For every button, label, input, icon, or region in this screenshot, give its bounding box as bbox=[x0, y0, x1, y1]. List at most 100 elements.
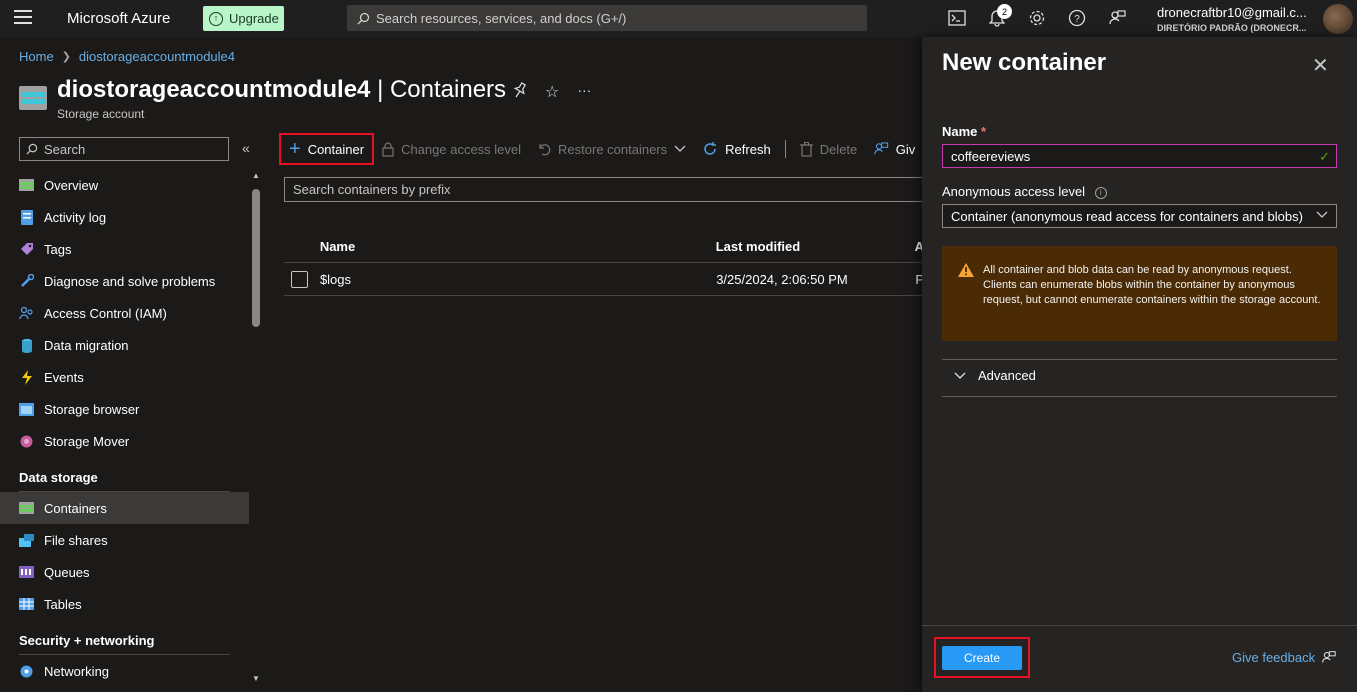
global-search-placeholder: Search resources, services, and docs (G+… bbox=[376, 10, 627, 26]
nav-label: Storage Mover bbox=[44, 433, 130, 449]
feedback-icon[interactable] bbox=[1107, 8, 1127, 28]
networking-icon bbox=[19, 664, 34, 679]
scroll-down-icon[interactable]: ▼ bbox=[252, 674, 260, 683]
people-icon bbox=[19, 306, 34, 321]
brand-title[interactable]: Microsoft Azure bbox=[67, 10, 170, 27]
breadcrumb: Home ❯ diostorageaccountmodule4 bbox=[19, 49, 235, 64]
storage-account-icon bbox=[19, 86, 47, 110]
nav-item-networking[interactable]: Networking bbox=[0, 655, 249, 687]
panel-title: New container bbox=[942, 49, 1107, 76]
nav-search-input[interactable]: Search bbox=[19, 137, 229, 161]
nav-item-storage-browser[interactable]: Storage browser bbox=[0, 393, 249, 425]
upgrade-button[interactable]: ↑ Upgrade bbox=[203, 6, 284, 31]
column-header-name[interactable]: Name bbox=[320, 239, 716, 254]
scroll-up-icon[interactable]: ▲ bbox=[252, 171, 260, 180]
breadcrumb-home[interactable]: Home bbox=[19, 49, 54, 64]
divider bbox=[942, 359, 1337, 360]
breadcrumb-storage-account[interactable]: diostorageaccountmodule4 bbox=[79, 49, 235, 64]
scrollbar-thumb[interactable] bbox=[252, 189, 260, 327]
info-icon[interactable]: i bbox=[1094, 186, 1107, 199]
column-header-last-modified[interactable]: Last modified bbox=[716, 239, 915, 254]
upgrade-arrow-icon: ↑ bbox=[209, 11, 223, 26]
nav-item-tags[interactable]: Tags bbox=[0, 233, 249, 265]
container-name[interactable]: $logs bbox=[320, 272, 716, 287]
tag-icon bbox=[19, 242, 34, 257]
account-menu[interactable]: dronecraftbr10@gmail.c... DIRETÓRIO PADR… bbox=[1157, 5, 1317, 33]
help-icon[interactable]: ? bbox=[1067, 8, 1087, 28]
give-feedback-toolbar-button[interactable]: Giv bbox=[865, 133, 915, 165]
nav-item-tables[interactable]: Tables bbox=[0, 588, 249, 620]
container-prefix-search-input[interactable]: Search containers by prefix bbox=[284, 177, 924, 202]
containers-icon bbox=[19, 501, 34, 516]
refresh-icon bbox=[704, 142, 717, 155]
access-level-value: Container (anonymous read access for con… bbox=[951, 208, 1303, 224]
page-title: diostorageaccountmodule4 | Containers bbox=[57, 76, 506, 104]
nav-item-iam[interactable]: Access Control (IAM) bbox=[0, 297, 249, 329]
menu-icon[interactable] bbox=[14, 10, 32, 26]
nav-label: Tags bbox=[44, 241, 72, 257]
more-actions-button[interactable]: ··· bbox=[577, 82, 591, 103]
nav-label: Networking bbox=[44, 663, 110, 679]
nav-label: Storage browser bbox=[44, 401, 140, 417]
resource-nav: Overview Activity log Tags Diagnose and … bbox=[0, 169, 249, 687]
add-container-button[interactable]: + Container bbox=[279, 133, 375, 165]
access-level-label: Anonymous access level i bbox=[942, 184, 1107, 199]
toolbar-divider bbox=[784, 140, 786, 158]
nav-item-activity-log[interactable]: Activity log bbox=[0, 201, 249, 233]
avatar[interactable] bbox=[1323, 4, 1353, 34]
create-button[interactable]: Create bbox=[942, 646, 1022, 670]
wrench-icon bbox=[19, 274, 34, 289]
containers-table: Name Last modified A $logs 3/25/2024, 2:… bbox=[284, 230, 924, 296]
pin-icon[interactable] bbox=[513, 82, 527, 103]
svg-text:?: ? bbox=[1074, 14, 1080, 25]
nav-label: Tables bbox=[44, 596, 82, 612]
name-label-text: Name bbox=[942, 124, 978, 139]
settings-gear-icon[interactable] bbox=[1027, 8, 1047, 28]
advanced-section-toggle[interactable]: Advanced bbox=[954, 368, 1036, 383]
change-access-level-button[interactable]: Change access level bbox=[374, 133, 529, 165]
nav-item-containers[interactable]: Containers bbox=[0, 492, 249, 524]
panel-footer bbox=[922, 625, 1357, 626]
warning-text: All container and blob data can be read … bbox=[983, 264, 1321, 306]
nav-scrollbar[interactable]: ▲ ▼ bbox=[250, 169, 262, 692]
table-row[interactable]: $logs 3/25/2024, 2:06:50 PM P bbox=[284, 263, 924, 296]
collapse-nav-icon[interactable]: « bbox=[242, 140, 250, 156]
nav-item-file-shares[interactable]: File shares bbox=[0, 524, 249, 556]
nav-item-queues[interactable]: Queues bbox=[0, 556, 249, 588]
tables-icon bbox=[19, 597, 34, 612]
table-header: Name Last modified A bbox=[284, 230, 924, 263]
divider bbox=[942, 396, 1337, 397]
give-feedback-link[interactable]: Give feedback bbox=[1232, 650, 1336, 665]
refresh-button[interactable]: Refresh bbox=[694, 133, 779, 165]
change-access-level-label: Change access level bbox=[401, 141, 522, 157]
chevron-down-icon bbox=[954, 372, 966, 379]
page-subtitle: Storage account bbox=[57, 107, 145, 121]
nav-label: Overview bbox=[44, 177, 99, 193]
chevron-down-icon bbox=[1316, 208, 1328, 222]
global-search-input[interactable]: Search resources, services, and docs (G+… bbox=[347, 5, 867, 31]
file-shares-icon bbox=[19, 533, 34, 548]
favorite-star-icon[interactable]: ☆ bbox=[545, 82, 559, 103]
give-feedback-text: Give feedback bbox=[1232, 650, 1316, 665]
notification-badge: 2 bbox=[997, 4, 1012, 19]
close-icon[interactable]: ✕ bbox=[1312, 53, 1329, 78]
restore-containers-button[interactable]: Restore containers bbox=[529, 133, 694, 165]
row-checkbox[interactable] bbox=[291, 270, 308, 288]
nav-item-storage-mover[interactable]: Storage Mover bbox=[0, 425, 249, 457]
nav-item-data-migration[interactable]: Data migration bbox=[0, 329, 249, 361]
cloud-shell-icon[interactable] bbox=[947, 8, 967, 28]
container-name-value: coffeereviews bbox=[951, 148, 1031, 164]
nav-item-overview[interactable]: Overview bbox=[0, 169, 249, 201]
add-container-label: Container bbox=[307, 141, 365, 157]
access-level-select[interactable]: Container (anonymous read access for con… bbox=[942, 204, 1337, 228]
storage-mover-icon bbox=[19, 434, 34, 449]
name-label: Name * bbox=[942, 124, 986, 139]
give-feedback-label: Giv bbox=[895, 141, 916, 157]
nav-section-security: Security + networking bbox=[19, 633, 155, 648]
nav-item-events[interactable]: Events bbox=[0, 361, 249, 393]
warning-icon bbox=[958, 263, 974, 277]
container-name-field[interactable]: coffeereviews ✓ bbox=[942, 144, 1337, 168]
nav-item-diagnose[interactable]: Diagnose and solve problems bbox=[0, 265, 249, 297]
delete-button[interactable]: Delete bbox=[792, 133, 866, 165]
nav-label: File shares bbox=[44, 532, 108, 548]
